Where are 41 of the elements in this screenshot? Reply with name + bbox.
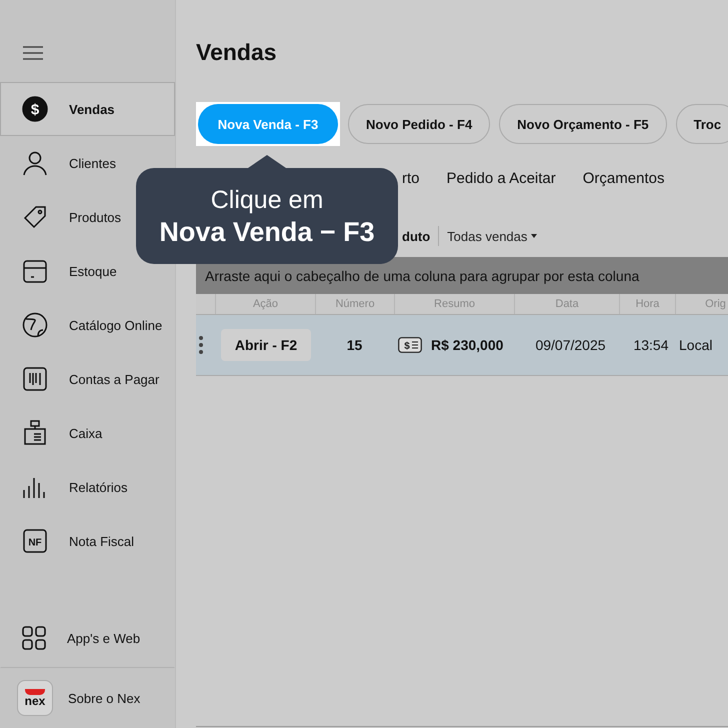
group-hint: Arraste aqui o cabeçalho de uma coluna para agrupar por esta coluna [205, 268, 640, 284]
table-cell: R$ 230,000 [431, 337, 504, 353]
box-icon [22, 258, 48, 284]
money-icon: $ [398, 337, 422, 353]
more-icon[interactable] [198, 336, 202, 354]
filter-label[interactable]: duto [402, 228, 430, 244]
sidebar-item[interactable]: Catálogo Online [0, 298, 175, 352]
table-cell: Local [679, 337, 712, 353]
sidebar-item[interactable]: NF Nota Fiscal [0, 514, 175, 568]
sidebar-item[interactable]: $ Vendas [0, 82, 175, 136]
tab[interactable]: Pedido a Aceitar [446, 170, 556, 187]
sidebar-item[interactable]: Clientes [0, 136, 175, 190]
action-button[interactable]: Novo Orçamento - F5 [499, 104, 667, 144]
sidebar-item[interactable]: Relatórios [0, 460, 175, 514]
table-row[interactable]: Abrir - F2 15 $ R$ 230,000 09/07/2025 13:54 Local [196, 315, 728, 376]
sidebar-item[interactable]: App's e Web [0, 608, 175, 668]
page-title: Vendas [196, 39, 278, 65]
sidebar-item[interactable]: Caixa [0, 406, 175, 460]
tab[interactable]: rto [402, 170, 420, 187]
caret-icon [531, 234, 538, 238]
grid-icon [22, 626, 46, 650]
dollar-icon: $ [22, 96, 48, 122]
table-cell: 15 [346, 337, 362, 353]
table-cell: 13:54 [633, 337, 669, 353]
document-icon: NF [22, 528, 48, 554]
logo: nex [17, 680, 53, 716]
cash-register-icon [22, 420, 48, 446]
table-cell: 09/07/2025 [535, 337, 606, 353]
open-button[interactable]: Abrir - F2 [221, 329, 311, 361]
tab[interactable]: Orçamentos [582, 170, 664, 187]
menu-icon[interactable] [23, 46, 43, 60]
tag-icon [22, 204, 48, 230]
action-button[interactable]: Troc [676, 104, 728, 144]
action-button[interactable]: Novo Pedido - F4 [348, 104, 490, 144]
globe-icon [22, 312, 48, 338]
barcode-icon [22, 366, 48, 392]
sales-filter-dropdown[interactable]: Todas vendas [447, 228, 538, 244]
sidebar-item[interactable]: nex Sobre o Nex [0, 668, 175, 728]
tooltip-text: Clique em [210, 185, 324, 216]
person-icon [22, 150, 48, 176]
sidebar-item[interactable]: Contas a Pagar [0, 352, 175, 406]
